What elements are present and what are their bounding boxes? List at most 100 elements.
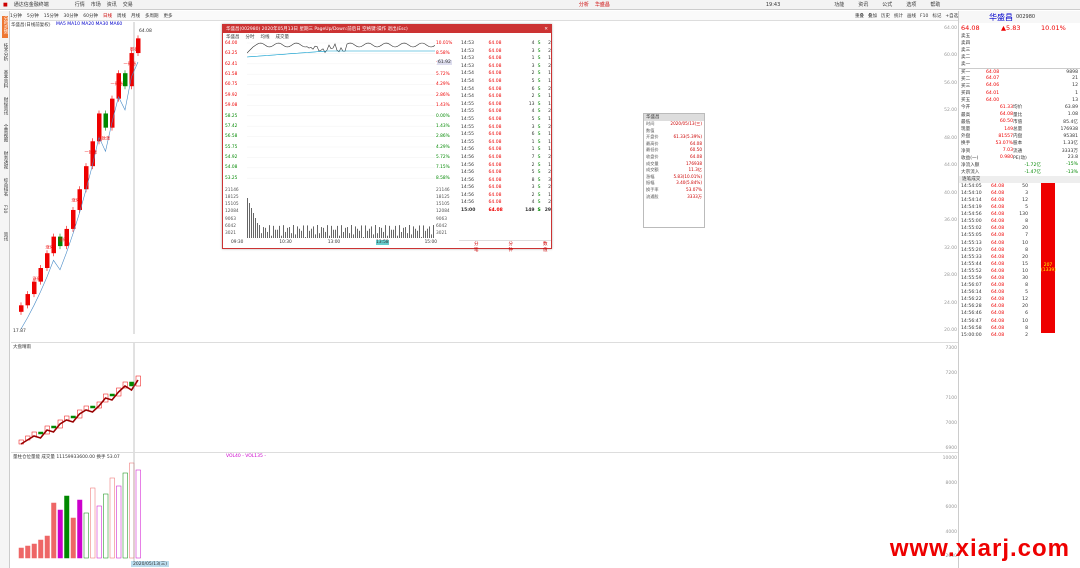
tab-minute[interactable]: 分时 bbox=[246, 34, 255, 40]
detail-qty: 10 bbox=[1022, 240, 1028, 246]
footer-tab-0[interactable]: 分笔 bbox=[459, 241, 494, 253]
detail-qty: 12 bbox=[1022, 297, 1028, 303]
tick-row[interactable]: 14:54 64.08 2 S 1 bbox=[461, 94, 551, 102]
menu-quotes[interactable]: 行情 bbox=[75, 1, 85, 8]
period-0[interactable]: 1分钟 bbox=[10, 13, 22, 19]
tick-cell: 64.08 bbox=[488, 132, 502, 138]
tick-detail-window[interactable]: 华盛昌(002980) 2020年05月13日 星期三 PageUp/Down:… bbox=[222, 24, 552, 253]
footer-tab-2[interactable]: 数值 bbox=[528, 241, 563, 253]
tick-row[interactable]: 14:55 64.08 4 S 2 bbox=[461, 109, 551, 117]
left-tab-3[interactable]: 财经资讯 bbox=[2, 97, 8, 119]
axis-tick: 44.00 bbox=[944, 163, 957, 169]
tab-volume[interactable]: 成交量 bbox=[276, 34, 290, 40]
left-tab-8[interactable]: 资讯 bbox=[2, 232, 8, 254]
period-3[interactable]: 30分钟 bbox=[63, 13, 78, 19]
tick-cell: 14:55 bbox=[461, 116, 474, 122]
tick-row[interactable]: 14:53 64.08 4 S 2 bbox=[461, 41, 551, 49]
menu-market[interactable]: 市场 bbox=[91, 1, 101, 8]
menu-trade[interactable]: 交易 bbox=[123, 1, 133, 8]
period-1[interactable]: 5分钟 bbox=[27, 13, 39, 19]
tick-row[interactable]: 14:54 64.08 5 S 1 bbox=[461, 79, 551, 87]
period-7[interactable]: 月线 bbox=[131, 13, 140, 19]
left-tab-6[interactable]: 综合排名 bbox=[2, 178, 8, 200]
menu-formula[interactable]: 公式 bbox=[882, 1, 892, 8]
intraday-vol-bar bbox=[357, 228, 358, 238]
last-price: 64.08 bbox=[961, 23, 980, 32]
tick-row[interactable]: 14:56 64.08 2 S 1 bbox=[461, 163, 551, 171]
left-tab-2[interactable]: 基本资料 bbox=[2, 70, 8, 92]
period-2[interactable]: 15分钟 bbox=[44, 13, 59, 19]
tick-row[interactable]: 14:56 64.08 1 S 1 bbox=[461, 147, 551, 155]
tick-row[interactable]: 14:56 64.08 5 S 2 bbox=[461, 170, 551, 178]
detail-qty: 12 bbox=[1022, 197, 1028, 203]
menu-options[interactable]: 选项 bbox=[906, 1, 916, 8]
footer-tab-1[interactable]: 分钟 bbox=[494, 241, 529, 253]
detail-row: 14:54:14 64.08 12 bbox=[959, 197, 1080, 204]
tick-row[interactable]: 14:55 64.08 5 S 1 bbox=[461, 117, 551, 125]
tool-7[interactable]: +自选 bbox=[945, 13, 958, 19]
period-8[interactable]: 多周期 bbox=[145, 13, 159, 19]
period-9[interactable]: 更多 bbox=[163, 13, 172, 19]
tab-avg[interactable]: 均线 bbox=[261, 34, 270, 40]
menu-news[interactable]: 资讯 bbox=[107, 1, 117, 8]
tick-detail-list[interactable]: 14:54:05 64.08 50 14:54:10 64.08 3 14:54:14 64.… bbox=[959, 182, 1080, 339]
tick-row[interactable]: 14:53 64.08 1 S 1 bbox=[461, 56, 551, 64]
tick-list[interactable]: 14:53 64.08 4 S 2 14:53 64.08 3 S 2 14:53 64.08 1 S 1 1… bbox=[461, 41, 551, 216]
period-6[interactable]: 周线 bbox=[117, 13, 126, 19]
menu-help[interactable]: 帮助 bbox=[930, 1, 940, 8]
tick-cell: S bbox=[537, 162, 541, 168]
tick-cell: 14:54 bbox=[461, 71, 474, 77]
tick-row[interactable]: 14:55 64.08 3 S 2 bbox=[461, 125, 551, 133]
left-tab-5[interactable]: 财务透视 bbox=[2, 151, 8, 173]
intraday-vol-bar bbox=[319, 233, 320, 238]
left-tab-7[interactable]: F10 bbox=[2, 205, 7, 227]
axis-tick: 64.00 bbox=[944, 26, 957, 31]
detail-row: 14:55:59 64.08 30 bbox=[959, 275, 1080, 282]
axis-tick: 58.25 bbox=[225, 113, 238, 119]
intraday-vol-bar bbox=[303, 225, 304, 238]
detail-tab[interactable]: 逐笔成交 bbox=[962, 176, 980, 182]
low-price-label: 17.87 bbox=[13, 328, 26, 334]
detail-qty: 8 bbox=[1025, 283, 1028, 289]
volume-bar bbox=[103, 493, 109, 559]
tool-2[interactable]: 历史 bbox=[881, 13, 890, 19]
tick-row[interactable]: 14:55 64.08 6 S 1 bbox=[461, 132, 551, 140]
tab-stock[interactable]: 华盛昌 bbox=[226, 34, 240, 40]
close-icon[interactable]: ✕ bbox=[544, 27, 548, 32]
menu-function[interactable]: 功能 bbox=[834, 1, 844, 8]
tick-row[interactable]: 14:56 64.08 4 S 2 bbox=[461, 200, 551, 208]
tool-5[interactable]: F10 bbox=[920, 14, 928, 19]
menu-info[interactable]: 资讯 bbox=[858, 1, 868, 8]
tick-row[interactable]: 14:56 64.08 3 S 2 bbox=[461, 185, 551, 193]
center-tab-analysis[interactable]: 分析 bbox=[579, 1, 589, 8]
buy-level: 买四 64.01 1 bbox=[959, 90, 1080, 97]
tool-4[interactable]: 画线 bbox=[907, 13, 916, 19]
tool-6[interactable]: 标记 bbox=[932, 13, 941, 19]
intraday-vol-bar bbox=[373, 234, 374, 238]
tick-row[interactable]: 14:54 64.08 2 S 1 bbox=[461, 71, 551, 79]
stock-name: 华盛昌 bbox=[989, 12, 1013, 22]
level-label: 买一 bbox=[961, 70, 971, 76]
center-tab-stock[interactable]: 华盛昌 bbox=[595, 1, 610, 8]
info-value: 3333万 bbox=[687, 193, 702, 199]
axis-tick: 2.86% bbox=[436, 92, 450, 98]
period-toolbar: 1分钟 5分钟 15分钟 30分钟 60分钟 日线 周线 月线 多周期 更多 bbox=[10, 11, 965, 21]
left-tab-4[interactable]: 全景视图 bbox=[2, 124, 8, 146]
period-4[interactable]: 60分钟 bbox=[83, 13, 98, 19]
left-tab-1[interactable]: 技术分析 bbox=[2, 43, 8, 65]
period-5[interactable]: 日线 bbox=[103, 13, 112, 19]
tool-0[interactable]: 重叠 bbox=[855, 13, 864, 19]
tool-3[interactable]: 统计 bbox=[894, 13, 903, 19]
tick-row[interactable]: 15:00 64.08 149 S 29 bbox=[461, 208, 551, 216]
tick-cell: S bbox=[537, 124, 541, 130]
intraday-vol-bar bbox=[279, 225, 280, 238]
info-row: 流通股 3333万 bbox=[644, 194, 704, 201]
level-label: 卖三 bbox=[961, 47, 971, 53]
left-tab-0[interactable]: 分时走势 bbox=[2, 16, 8, 38]
tick-row[interactable]: 14:56 64.08 7 S 2 bbox=[461, 155, 551, 163]
window-titlebar[interactable]: 华盛昌(002980) 2020年05月13日 星期三 PageUp/Down:… bbox=[223, 25, 551, 33]
tool-1[interactable]: 叠加 bbox=[868, 13, 877, 19]
tick-cell: 64.08 bbox=[488, 71, 502, 77]
axis-tick: 9063 bbox=[225, 216, 236, 222]
intraday-vol-bar bbox=[425, 230, 426, 238]
